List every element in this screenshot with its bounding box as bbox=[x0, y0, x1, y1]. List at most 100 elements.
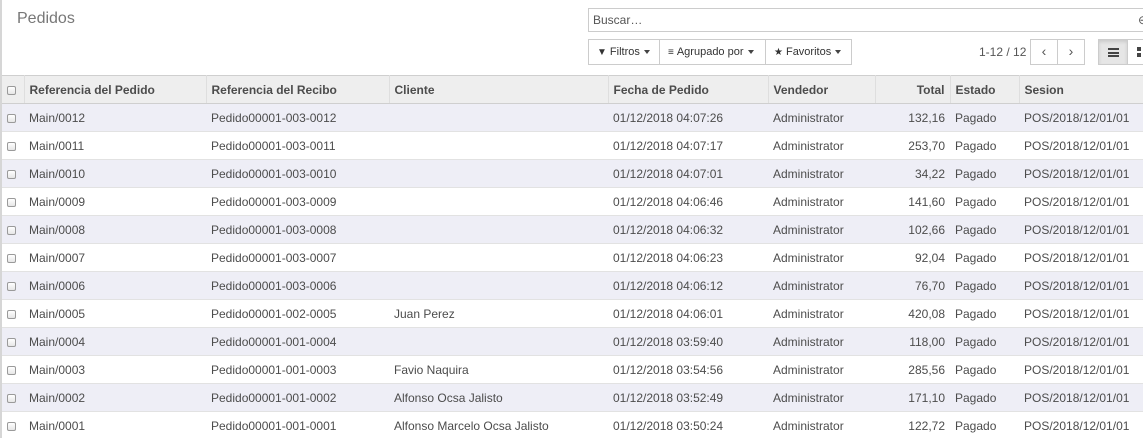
kanban-view-button[interactable] bbox=[1127, 39, 1143, 65]
row-checkbox-cell[interactable] bbox=[2, 383, 24, 412]
row-checkbox[interactable] bbox=[7, 113, 16, 123]
row-checkbox-cell[interactable] bbox=[2, 159, 24, 188]
row-checkbox[interactable] bbox=[7, 337, 16, 347]
session-cell: POS/2018/12/01/01 bbox=[1019, 411, 1143, 438]
row-checkbox[interactable] bbox=[7, 421, 16, 431]
select-all-checkbox[interactable] bbox=[7, 85, 16, 95]
group-by-label: Agrupado por bbox=[676, 46, 744, 58]
state-cell: Pagado bbox=[950, 355, 1019, 384]
state-cell: Pagado bbox=[950, 131, 1019, 160]
row-checkbox[interactable] bbox=[7, 169, 16, 179]
row-checkbox-cell[interactable] bbox=[2, 355, 24, 384]
seller-cell: Administrator bbox=[768, 383, 875, 412]
table-header-row: Referencia del Pedido Referencia del Rec… bbox=[2, 75, 1143, 104]
row-checkbox[interactable] bbox=[7, 393, 16, 403]
total-cell: 285,56 bbox=[875, 355, 950, 384]
pager-value[interactable]: 1-12 / 12 bbox=[979, 45, 1026, 59]
row-checkbox-cell[interactable] bbox=[2, 215, 24, 244]
client-cell: Juan Perez bbox=[389, 299, 608, 328]
row-checkbox-cell[interactable] bbox=[2, 327, 24, 356]
search-box[interactable]: ⊖ bbox=[588, 8, 1143, 32]
table-row[interactable]: Main/0009 Pedido00001-003-0009 01/12/2018 … bbox=[2, 187, 1143, 216]
order-date-cell: 01/12/2018 04:07:01 bbox=[608, 159, 768, 188]
seller-cell: Administrator bbox=[768, 131, 875, 160]
seller-cell: Administrator bbox=[768, 299, 875, 328]
pager-previous-button[interactable]: ‹ bbox=[1030, 39, 1058, 65]
bars-icon: ≡ bbox=[668, 47, 674, 58]
receipt-ref-cell: Pedido00001-003-0012 bbox=[206, 103, 389, 132]
select-all-checkbox-cell[interactable] bbox=[2, 75, 25, 104]
client-cell bbox=[389, 243, 608, 272]
seller-cell: Administrator bbox=[768, 411, 875, 438]
row-checkbox-cell[interactable] bbox=[2, 243, 24, 272]
row-checkbox[interactable] bbox=[7, 197, 16, 207]
column-header-seller[interactable]: Vendedor bbox=[768, 75, 876, 104]
seller-cell: Administrator bbox=[768, 243, 875, 272]
table-row[interactable]: Main/0007 Pedido00001-003-0007 01/12/2018 … bbox=[2, 243, 1143, 272]
order-ref-cell: Main/0009 bbox=[24, 187, 206, 216]
state-cell: Pagado bbox=[950, 299, 1019, 328]
search-input[interactable] bbox=[593, 11, 1133, 29]
group-by-button[interactable]: ≡ Agrupado por bbox=[659, 39, 766, 65]
seller-cell: Administrator bbox=[768, 271, 875, 300]
table-row[interactable]: Main/0006 Pedido00001-003-0006 01/12/2018 … bbox=[2, 271, 1143, 300]
order-date-cell: 01/12/2018 04:07:26 bbox=[608, 103, 768, 132]
table-row[interactable]: Main/0012 Pedido00001-003-0012 01/12/2018 … bbox=[2, 103, 1143, 132]
list-view-button[interactable] bbox=[1098, 39, 1128, 65]
state-cell: Pagado bbox=[950, 383, 1019, 412]
client-cell bbox=[389, 103, 608, 132]
order-date-cell: 01/12/2018 04:07:17 bbox=[608, 131, 768, 160]
table-row[interactable]: Main/0011 Pedido00001-003-0011 01/12/2018 … bbox=[2, 131, 1143, 160]
row-checkbox[interactable] bbox=[7, 253, 16, 263]
table-row[interactable]: Main/0004 Pedido00001-001-0004 01/12/2018 … bbox=[2, 327, 1143, 356]
column-header-order-ref[interactable]: Referencia del Pedido bbox=[24, 75, 207, 104]
row-checkbox-cell[interactable] bbox=[2, 411, 24, 438]
row-checkbox-cell[interactable] bbox=[2, 187, 24, 216]
order-date-cell: 01/12/2018 03:52:49 bbox=[608, 383, 768, 412]
column-header-session[interactable]: Sesion bbox=[1019, 75, 1143, 104]
order-ref-cell: Main/0007 bbox=[24, 243, 206, 272]
row-checkbox[interactable] bbox=[7, 309, 16, 319]
column-header-order-date[interactable]: Fecha de Pedido bbox=[608, 75, 769, 104]
order-ref-cell: Main/0011 bbox=[24, 131, 206, 160]
client-cell bbox=[389, 131, 608, 160]
column-header-total[interactable]: Total bbox=[875, 75, 951, 104]
row-checkbox-cell[interactable] bbox=[2, 271, 24, 300]
session-cell: POS/2018/12/01/01 bbox=[1019, 159, 1143, 188]
client-cell: Alfonso Ocsa Jalisto bbox=[389, 383, 608, 412]
state-cell: Pagado bbox=[950, 103, 1019, 132]
control-panel: Pedidos ⊖ ▼Filtros ≡Agrupado por ★Favori… bbox=[0, 0, 1143, 75]
seller-cell: Administrator bbox=[768, 215, 875, 244]
row-checkbox[interactable] bbox=[7, 225, 16, 235]
row-checkbox-cell[interactable] bbox=[2, 299, 24, 328]
table-row[interactable]: Main/0001 Pedido00001-001-0001 Alfonso Mar… bbox=[2, 411, 1143, 438]
table-row[interactable]: Main/0002 Pedido00001-001-0002 Alfonso Ocs… bbox=[2, 383, 1143, 412]
state-cell: Pagado bbox=[950, 187, 1019, 216]
total-cell: 122,72 bbox=[875, 411, 950, 438]
favorites-button[interactable]: ★ Favoritos bbox=[765, 39, 852, 65]
table-row[interactable]: Main/0005 Pedido00001-002-0005 Juan Perez 0… bbox=[2, 299, 1143, 328]
client-cell bbox=[389, 215, 608, 244]
column-header-state[interactable]: Estado bbox=[950, 75, 1020, 104]
search-options-icon[interactable]: ⊖ bbox=[1138, 13, 1143, 27]
session-cell: POS/2018/12/01/01 bbox=[1019, 299, 1143, 328]
row-checkbox[interactable] bbox=[7, 281, 16, 291]
order-ref-cell: Main/0008 bbox=[24, 215, 206, 244]
table-row[interactable]: Main/0008 Pedido00001-003-0008 01/12/2018 … bbox=[2, 215, 1143, 244]
seller-cell: Administrator bbox=[768, 355, 875, 384]
client-cell: Favio Naquira bbox=[389, 355, 608, 384]
pager-next-button[interactable]: › bbox=[1057, 39, 1085, 65]
column-header-client[interactable]: Cliente bbox=[389, 75, 609, 104]
order-ref-cell: Main/0004 bbox=[24, 327, 206, 356]
total-cell: 171,10 bbox=[875, 383, 950, 412]
receipt-ref-cell: Pedido00001-001-0003 bbox=[206, 355, 389, 384]
receipt-ref-cell: Pedido00001-002-0005 bbox=[206, 299, 389, 328]
table-row[interactable]: Main/0003 Pedido00001-001-0003 Favio Naqui… bbox=[2, 355, 1143, 384]
filters-button[interactable]: ▼ Filtros bbox=[588, 39, 660, 65]
row-checkbox[interactable] bbox=[7, 141, 16, 151]
column-header-receipt-ref[interactable]: Referencia del Recibo bbox=[206, 75, 390, 104]
table-row[interactable]: Main/0010 Pedido00001-003-0010 01/12/2018 … bbox=[2, 159, 1143, 188]
row-checkbox-cell[interactable] bbox=[2, 131, 24, 160]
row-checkbox[interactable] bbox=[7, 365, 16, 375]
row-checkbox-cell[interactable] bbox=[2, 103, 24, 132]
